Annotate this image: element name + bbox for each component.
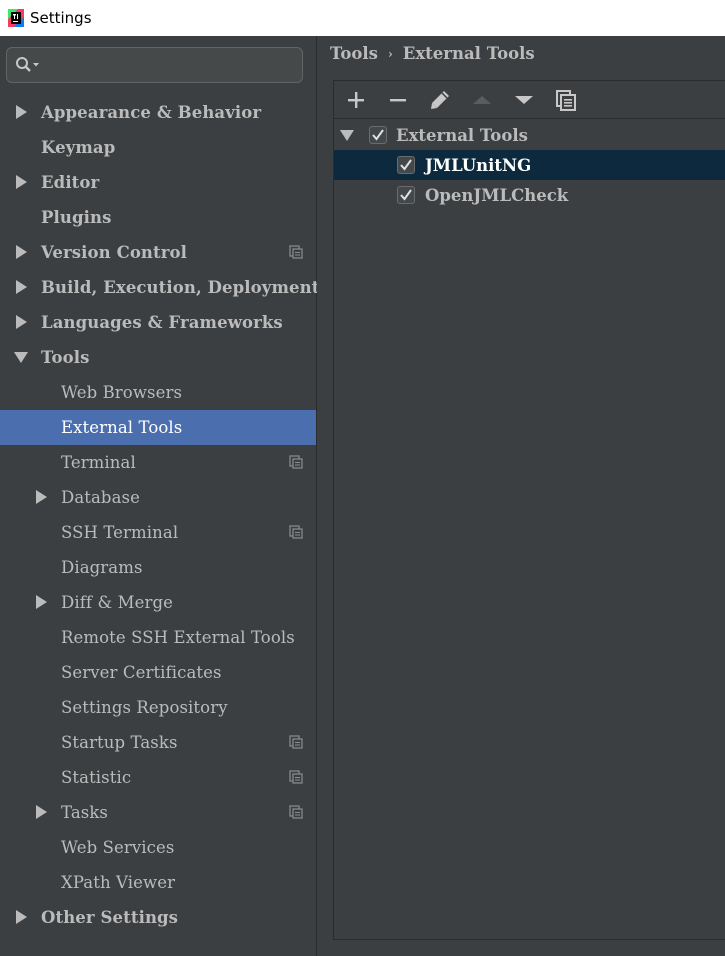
copy-icon [556, 89, 576, 111]
sidebar-item-startup-tasks[interactable]: Startup Tasks [0, 725, 316, 760]
sidebar-item-label: Terminal [61, 453, 136, 472]
external-tools-panel: External Tools JMLUnitNG OpenJMLCheck [333, 80, 725, 940]
sidebar-item-label: External Tools [61, 418, 183, 437]
sidebar-item-other-settings[interactable]: Other Settings [0, 900, 316, 935]
sidebar-item-label: Appearance & Behavior [41, 103, 262, 122]
settings-sidebar: Appearance & Behavior Keymap Editor Plugins… [0, 36, 320, 956]
collapsed-arrow-icon[interactable] [14, 245, 28, 259]
sidebar-item-label: Tasks [61, 803, 108, 822]
project-level-icon [289, 455, 303, 469]
expand-arrow-icon[interactable] [340, 129, 354, 141]
search-icon[interactable] [15, 56, 43, 76]
project-level-icon [289, 770, 303, 784]
sidebar-item-plugins[interactable]: Plugins [0, 200, 316, 235]
sidebar-item-external-tools[interactable]: External Tools [0, 410, 316, 445]
move-up-icon [473, 95, 491, 104]
sidebar-item-settings-repository[interactable]: Settings Repository [0, 690, 316, 725]
project-level-icon [289, 245, 303, 259]
sidebar-item-label: Settings Repository [61, 698, 228, 717]
sidebar-item-ssh-terminal[interactable]: SSH Terminal [0, 515, 316, 550]
group-label: External Tools [396, 125, 528, 145]
search-input[interactable] [6, 47, 303, 83]
sidebar-item-label: Tools [41, 348, 90, 367]
sidebar-item-label: SSH Terminal [61, 523, 179, 542]
project-level-icon [289, 805, 303, 819]
edit-icon [431, 90, 449, 109]
add-button[interactable] [335, 81, 377, 118]
sidebar-item-keymap[interactable]: Keymap [0, 130, 316, 165]
sidebar-item-diagrams[interactable]: Diagrams [0, 550, 316, 585]
collapsed-arrow-icon[interactable] [34, 595, 48, 609]
sidebar-item-appearance-behavior[interactable]: Appearance & Behavior [0, 95, 316, 130]
collapsed-arrow-icon[interactable] [34, 490, 48, 504]
copy-button[interactable] [545, 81, 587, 118]
remove-button[interactable] [377, 81, 419, 118]
edit-button[interactable] [419, 81, 461, 118]
collapsed-arrow-icon[interactable] [14, 910, 28, 924]
sidebar-item-label: Version Control [41, 243, 188, 262]
sidebar-item-label: Server Certificates [61, 663, 222, 682]
sidebar-item-build-execution-deployment[interactable]: Build, Execution, Deployment [0, 270, 320, 305]
sidebar-item-label: Plugins [41, 208, 112, 227]
sidebar-item-web-browsers[interactable]: Web Browsers [0, 375, 316, 410]
sidebar-item-database[interactable]: Database [0, 480, 316, 515]
breadcrumb-separator-icon: › [387, 46, 393, 61]
sidebar-item-label: Database [61, 488, 140, 507]
sidebar-item-label: Other Settings [41, 908, 179, 927]
collapsed-arrow-icon[interactable] [14, 280, 28, 294]
sidebar-item-statistic[interactable]: Statistic [0, 760, 316, 795]
title-bar: Settings [0, 0, 725, 36]
toolbar [334, 81, 725, 119]
sidebar-item-tools[interactable]: Tools [0, 340, 316, 375]
sidebar-item-label: Startup Tasks [61, 733, 178, 752]
sidebar-item-label: Diagrams [61, 558, 143, 577]
project-level-icon [289, 735, 303, 749]
sidebar-item-label: Remote SSH External Tools [61, 628, 295, 647]
sidebar-item-label: Web Services [61, 838, 175, 857]
sidebar-item-remote-ssh-external-tools[interactable]: Remote SSH External Tools [0, 620, 316, 655]
sidebar-item-label: Diff & Merge [61, 593, 173, 612]
window-title: Settings [30, 9, 92, 27]
sidebar-item-server-certificates[interactable]: Server Certificates [0, 655, 316, 690]
tool-label: OpenJMLCheck [425, 185, 569, 205]
breadcrumb-parent[interactable]: Tools [330, 44, 378, 63]
sidebar-item-terminal[interactable]: Terminal [0, 445, 316, 480]
intellij-app-icon [8, 9, 24, 27]
sidebar-item-label: Languages & Frameworks [41, 313, 283, 332]
collapsed-arrow-icon[interactable] [34, 805, 48, 819]
content-pane: Tools › External Tools External Tools JM… [317, 36, 725, 956]
sidebar-item-editor[interactable]: Editor [0, 165, 316, 200]
collapsed-arrow-icon[interactable] [14, 175, 28, 189]
tool-label: JMLUnitNG [425, 155, 532, 175]
sidebar-item-label: Keymap [41, 138, 116, 157]
tool-checkbox[interactable] [397, 186, 415, 204]
tool-row-jmlunitng[interactable]: JMLUnitNG [334, 150, 725, 180]
tool-row-openjmlcheck[interactable]: OpenJMLCheck [334, 180, 725, 210]
breadcrumb-current: External Tools [402, 44, 535, 63]
move-down-button[interactable] [503, 81, 545, 118]
project-level-icon [289, 525, 303, 539]
breadcrumb: Tools › External Tools [330, 44, 535, 63]
tool-checkbox[interactable] [397, 156, 415, 174]
sidebar-item-label: Build, Execution, Deployment [41, 278, 320, 297]
move-up-button[interactable] [461, 81, 503, 118]
collapsed-arrow-icon[interactable] [14, 105, 28, 119]
sidebar-item-web-services[interactable]: Web Services [0, 830, 316, 865]
group-checkbox[interactable] [369, 126, 387, 144]
sidebar-item-label: Statistic [61, 768, 132, 787]
sidebar-item-diff-merge[interactable]: Diff & Merge [0, 585, 316, 620]
sidebar-item-label: Web Browsers [61, 383, 183, 402]
sidebar-item-languages-frameworks[interactable]: Languages & Frameworks [0, 305, 316, 340]
move-down-icon [515, 95, 533, 104]
add-icon [348, 91, 364, 108]
expanded-arrow-icon[interactable] [14, 350, 28, 364]
sidebar-item-label: Editor [41, 173, 100, 192]
collapsed-arrow-icon[interactable] [14, 315, 28, 329]
sidebar-item-version-control[interactable]: Version Control [0, 235, 316, 270]
sidebar-item-label: XPath Viewer [61, 873, 176, 892]
sidebar-item-xpath-viewer[interactable]: XPath Viewer [0, 865, 316, 900]
sidebar-item-tasks[interactable]: Tasks [0, 795, 316, 830]
external-tools-group-row[interactable]: External Tools [334, 120, 725, 150]
remove-icon [390, 98, 406, 101]
